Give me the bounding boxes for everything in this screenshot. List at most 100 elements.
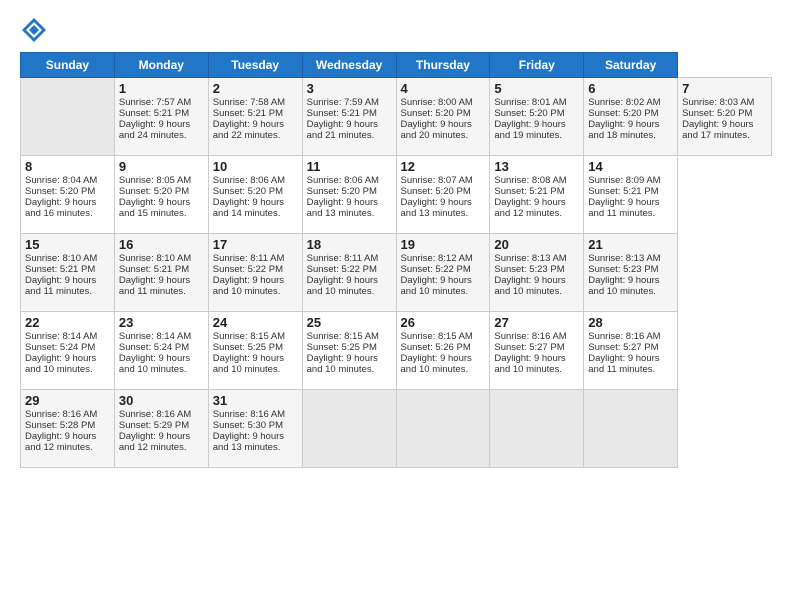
calendar-cell: 16 Sunrise: 8:10 AM Sunset: 5:21 PM Dayl… xyxy=(114,234,208,312)
sunset-label: Sunset: 5:20 PM xyxy=(494,108,564,119)
daylight-label: Daylight: 9 hours and 16 minutes. xyxy=(25,197,96,219)
day-number: 8 xyxy=(25,159,110,174)
daylight-label: Daylight: 9 hours and 17 minutes. xyxy=(682,119,753,141)
daylight-label: Daylight: 9 hours and 21 minutes. xyxy=(307,119,378,141)
logo-icon xyxy=(20,16,48,44)
daylight-label: Daylight: 9 hours and 10 minutes. xyxy=(307,353,378,375)
daylight-label: Daylight: 9 hours and 13 minutes. xyxy=(401,197,472,219)
sunset-label: Sunset: 5:21 PM xyxy=(307,108,377,119)
day-number: 4 xyxy=(401,81,486,96)
sunset-label: Sunset: 5:24 PM xyxy=(119,342,189,353)
day-number: 19 xyxy=(401,237,486,252)
calendar-cell: 17 Sunrise: 8:11 AM Sunset: 5:22 PM Dayl… xyxy=(208,234,302,312)
daylight-label: Daylight: 9 hours and 11 minutes. xyxy=(119,275,190,297)
sunset-label: Sunset: 5:25 PM xyxy=(307,342,377,353)
day-number: 31 xyxy=(213,393,298,408)
sunrise-label: Sunrise: 8:10 AM xyxy=(25,253,97,264)
day-number: 28 xyxy=(588,315,673,330)
calendar-cell: 27 Sunrise: 8:16 AM Sunset: 5:27 PM Dayl… xyxy=(490,312,584,390)
daylight-label: Daylight: 9 hours and 14 minutes. xyxy=(213,197,284,219)
day-number: 2 xyxy=(213,81,298,96)
sunset-label: Sunset: 5:20 PM xyxy=(588,108,658,119)
day-number: 5 xyxy=(494,81,579,96)
sunrise-label: Sunrise: 8:16 AM xyxy=(588,331,660,342)
weekday-header: Saturday xyxy=(584,53,678,78)
sunset-label: Sunset: 5:22 PM xyxy=(401,264,471,275)
weekday-header: Thursday xyxy=(396,53,490,78)
calendar-week-row: 15 Sunrise: 8:10 AM Sunset: 5:21 PM Dayl… xyxy=(21,234,772,312)
sunrise-label: Sunrise: 8:10 AM xyxy=(119,253,191,264)
calendar-week-row: 22 Sunrise: 8:14 AM Sunset: 5:24 PM Dayl… xyxy=(21,312,772,390)
daylight-label: Daylight: 9 hours and 10 minutes. xyxy=(401,275,472,297)
daylight-label: Daylight: 9 hours and 10 minutes. xyxy=(494,353,565,375)
daylight-label: Daylight: 9 hours and 12 minutes. xyxy=(25,431,96,453)
day-number: 6 xyxy=(588,81,673,96)
day-number: 22 xyxy=(25,315,110,330)
sunrise-label: Sunrise: 8:11 AM xyxy=(307,253,379,264)
sunrise-label: Sunrise: 8:02 AM xyxy=(588,97,660,108)
logo xyxy=(20,16,52,44)
calendar-cell: 10 Sunrise: 8:06 AM Sunset: 5:20 PM Dayl… xyxy=(208,156,302,234)
day-number: 10 xyxy=(213,159,298,174)
sunset-label: Sunset: 5:25 PM xyxy=(213,342,283,353)
day-number: 7 xyxy=(682,81,767,96)
calendar-cell xyxy=(490,390,584,468)
sunset-label: Sunset: 5:21 PM xyxy=(213,108,283,119)
calendar-cell: 18 Sunrise: 8:11 AM Sunset: 5:22 PM Dayl… xyxy=(302,234,396,312)
sunrise-label: Sunrise: 8:16 AM xyxy=(119,409,191,420)
calendar-week-row: 1 Sunrise: 7:57 AM Sunset: 5:21 PM Dayli… xyxy=(21,78,772,156)
calendar-cell: 11 Sunrise: 8:06 AM Sunset: 5:20 PM Dayl… xyxy=(302,156,396,234)
calendar-page: SundayMondayTuesdayWednesdayThursdayFrid… xyxy=(0,0,792,612)
sunrise-label: Sunrise: 8:13 AM xyxy=(494,253,566,264)
daylight-label: Daylight: 9 hours and 10 minutes. xyxy=(119,353,190,375)
calendar-cell xyxy=(584,390,678,468)
daylight-label: Daylight: 9 hours and 12 minutes. xyxy=(494,197,565,219)
calendar-cell: 1 Sunrise: 7:57 AM Sunset: 5:21 PM Dayli… xyxy=(114,78,208,156)
daylight-label: Daylight: 9 hours and 13 minutes. xyxy=(307,197,378,219)
daylight-label: Daylight: 9 hours and 22 minutes. xyxy=(213,119,284,141)
sunset-label: Sunset: 5:26 PM xyxy=(401,342,471,353)
calendar-week-row: 8 Sunrise: 8:04 AM Sunset: 5:20 PM Dayli… xyxy=(21,156,772,234)
day-number: 11 xyxy=(307,159,392,174)
sunrise-label: Sunrise: 8:01 AM xyxy=(494,97,566,108)
day-number: 13 xyxy=(494,159,579,174)
sunset-label: Sunset: 5:27 PM xyxy=(494,342,564,353)
sunset-label: Sunset: 5:23 PM xyxy=(494,264,564,275)
day-number: 30 xyxy=(119,393,204,408)
calendar-header-row: SundayMondayTuesdayWednesdayThursdayFrid… xyxy=(21,53,772,78)
sunrise-label: Sunrise: 8:16 AM xyxy=(494,331,566,342)
daylight-label: Daylight: 9 hours and 10 minutes. xyxy=(213,353,284,375)
day-number: 25 xyxy=(307,315,392,330)
daylight-label: Daylight: 9 hours and 18 minutes. xyxy=(588,119,659,141)
sunrise-label: Sunrise: 8:15 AM xyxy=(213,331,285,342)
calendar-table: SundayMondayTuesdayWednesdayThursdayFrid… xyxy=(20,52,772,468)
sunset-label: Sunset: 5:20 PM xyxy=(682,108,752,119)
calendar-cell: 28 Sunrise: 8:16 AM Sunset: 5:27 PM Dayl… xyxy=(584,312,678,390)
day-number: 15 xyxy=(25,237,110,252)
sunrise-label: Sunrise: 8:03 AM xyxy=(682,97,754,108)
daylight-label: Daylight: 9 hours and 12 minutes. xyxy=(119,431,190,453)
calendar-cell: 21 Sunrise: 8:13 AM Sunset: 5:23 PM Dayl… xyxy=(584,234,678,312)
daylight-label: Daylight: 9 hours and 11 minutes. xyxy=(25,275,96,297)
day-number: 14 xyxy=(588,159,673,174)
calendar-cell: 6 Sunrise: 8:02 AM Sunset: 5:20 PM Dayli… xyxy=(584,78,678,156)
sunset-label: Sunset: 5:21 PM xyxy=(119,108,189,119)
sunset-label: Sunset: 5:21 PM xyxy=(494,186,564,197)
calendar-week-row: 29 Sunrise: 8:16 AM Sunset: 5:28 PM Dayl… xyxy=(21,390,772,468)
day-number: 3 xyxy=(307,81,392,96)
calendar-cell xyxy=(302,390,396,468)
calendar-cell: 31 Sunrise: 8:16 AM Sunset: 5:30 PM Dayl… xyxy=(208,390,302,468)
day-number: 1 xyxy=(119,81,204,96)
empty-cell xyxy=(21,78,115,156)
sunrise-label: Sunrise: 8:14 AM xyxy=(25,331,97,342)
header xyxy=(20,16,772,44)
day-number: 23 xyxy=(119,315,204,330)
calendar-cell: 3 Sunrise: 7:59 AM Sunset: 5:21 PM Dayli… xyxy=(302,78,396,156)
sunrise-label: Sunrise: 8:04 AM xyxy=(25,175,97,186)
calendar-cell: 14 Sunrise: 8:09 AM Sunset: 5:21 PM Dayl… xyxy=(584,156,678,234)
calendar-cell: 23 Sunrise: 8:14 AM Sunset: 5:24 PM Dayl… xyxy=(114,312,208,390)
sunset-label: Sunset: 5:24 PM xyxy=(25,342,95,353)
sunrise-label: Sunrise: 8:06 AM xyxy=(213,175,285,186)
sunrise-label: Sunrise: 7:58 AM xyxy=(213,97,285,108)
sunrise-label: Sunrise: 8:11 AM xyxy=(213,253,285,264)
